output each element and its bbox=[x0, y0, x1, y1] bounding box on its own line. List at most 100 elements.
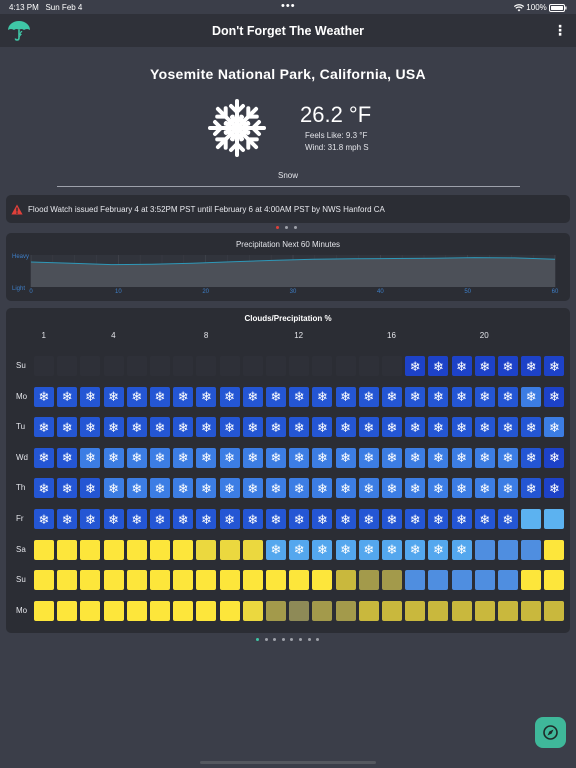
snow-cell[interactable]: ❄ bbox=[196, 447, 217, 468]
cloud-cell[interactable] bbox=[126, 356, 147, 376]
weather-alert-banner[interactable]: Flood Watch issued February 4 at 3:52PM … bbox=[6, 195, 570, 223]
cloud-cell[interactable] bbox=[312, 600, 333, 621]
cloud-cell[interactable] bbox=[150, 539, 170, 560]
snow-cell[interactable]: ❄ bbox=[474, 478, 495, 499]
cloud-cell[interactable] bbox=[57, 356, 78, 376]
cloud-cell[interactable] bbox=[474, 539, 495, 560]
snow-cell[interactable]: ❄ bbox=[474, 509, 495, 529]
cloud-cell[interactable] bbox=[196, 570, 217, 591]
snow-cell[interactable]: ❄ bbox=[126, 478, 147, 499]
snow-cell[interactable]: ❄ bbox=[428, 478, 449, 499]
snow-cell[interactable]: ❄ bbox=[521, 417, 542, 438]
cloud-cell[interactable] bbox=[126, 600, 147, 621]
cloud-cell[interactable] bbox=[103, 600, 124, 621]
snow-cell[interactable]: ❄ bbox=[474, 386, 495, 407]
cloud-cell[interactable] bbox=[498, 570, 518, 591]
snow-cell[interactable]: ❄ bbox=[126, 386, 147, 407]
cloud-cell[interactable] bbox=[544, 600, 565, 621]
cloud-cell[interactable] bbox=[103, 539, 124, 560]
snow-cell[interactable]: ❄ bbox=[544, 356, 565, 376]
cloud-cell[interactable] bbox=[219, 600, 240, 621]
snow-cell[interactable]: ❄ bbox=[312, 386, 333, 407]
cloud-cell[interactable] bbox=[312, 356, 333, 376]
cloud-cell[interactable] bbox=[382, 570, 402, 591]
snow-cell[interactable]: ❄ bbox=[474, 447, 495, 468]
cloud-cell[interactable] bbox=[289, 600, 310, 621]
snow-cell[interactable]: ❄ bbox=[428, 539, 449, 560]
snow-cell[interactable]: ❄ bbox=[289, 539, 310, 560]
snow-cell[interactable]: ❄ bbox=[544, 478, 565, 499]
snow-cell[interactable]: ❄ bbox=[335, 539, 356, 560]
snow-cell[interactable]: ❄ bbox=[382, 386, 402, 407]
snow-cell[interactable]: ❄ bbox=[289, 478, 310, 499]
cloud-cell[interactable] bbox=[219, 356, 240, 376]
cloud-cell[interactable] bbox=[451, 570, 472, 591]
cloud-cell[interactable] bbox=[57, 570, 78, 591]
snow-cell[interactable]: ❄ bbox=[498, 386, 518, 407]
cloud-cell[interactable] bbox=[150, 356, 170, 376]
cloud-cell[interactable] bbox=[266, 570, 286, 591]
snow-cell[interactable]: ❄ bbox=[312, 539, 333, 560]
page-dot[interactable] bbox=[299, 638, 302, 641]
snow-cell[interactable]: ❄ bbox=[126, 447, 147, 468]
more-vertical-icon[interactable]: ⋮ bbox=[553, 22, 567, 39]
snow-cell[interactable]: ❄ bbox=[382, 539, 402, 560]
cloud-cell[interactable] bbox=[266, 356, 286, 376]
snow-cell[interactable]: ❄ bbox=[150, 417, 170, 438]
snow-cell[interactable]: ❄ bbox=[451, 417, 472, 438]
snow-cell[interactable]: ❄ bbox=[335, 509, 356, 529]
snow-cell[interactable]: ❄ bbox=[498, 356, 518, 376]
snow-cell[interactable]: ❄ bbox=[219, 417, 240, 438]
snow-cell[interactable]: ❄ bbox=[173, 417, 194, 438]
snow-cell[interactable]: ❄ bbox=[103, 386, 124, 407]
home-indicator[interactable] bbox=[200, 761, 376, 764]
cloud-cell[interactable] bbox=[34, 356, 54, 376]
snow-cell[interactable]: ❄ bbox=[358, 386, 379, 407]
cloud-cell[interactable] bbox=[80, 600, 101, 621]
cloud-cell[interactable] bbox=[405, 570, 426, 591]
page-dot[interactable] bbox=[316, 638, 320, 641]
cloud-cell[interactable] bbox=[150, 570, 170, 591]
cloud-cell[interactable] bbox=[150, 600, 170, 621]
cloud-cell[interactable] bbox=[521, 600, 542, 621]
snow-cell[interactable]: ❄ bbox=[289, 509, 310, 529]
snow-cell[interactable]: ❄ bbox=[382, 478, 402, 499]
cloud-cell[interactable] bbox=[335, 600, 356, 621]
cloud-cell[interactable] bbox=[521, 570, 542, 591]
snow-cell[interactable]: ❄ bbox=[266, 417, 286, 438]
snow-cell[interactable]: ❄ bbox=[173, 386, 194, 407]
snow-cell[interactable]: ❄ bbox=[358, 509, 379, 529]
snow-cell[interactable]: ❄ bbox=[80, 478, 101, 499]
snow-cell[interactable]: ❄ bbox=[196, 386, 217, 407]
snow-cell[interactable]: ❄ bbox=[474, 356, 495, 376]
page-dot[interactable] bbox=[256, 638, 259, 641]
snow-cell[interactable]: ❄ bbox=[498, 417, 518, 438]
snow-cell[interactable]: ❄ bbox=[451, 386, 472, 407]
snow-cell[interactable]: ❄ bbox=[335, 447, 356, 468]
snow-cell[interactable]: ❄ bbox=[219, 478, 240, 499]
snow-cell[interactable]: ❄ bbox=[544, 386, 565, 407]
snow-cell[interactable]: ❄ bbox=[242, 478, 263, 499]
snow-cell[interactable]: ❄ bbox=[242, 386, 263, 407]
snow-cell[interactable]: ❄ bbox=[242, 447, 263, 468]
snow-cell[interactable]: ❄ bbox=[335, 478, 356, 499]
snow-cell[interactable]: ❄ bbox=[312, 417, 333, 438]
snow-cell[interactable]: ❄ bbox=[544, 417, 565, 438]
snow-cell[interactable]: ❄ bbox=[289, 447, 310, 468]
pager-dot[interactable] bbox=[276, 226, 279, 229]
snow-cell[interactable]: ❄ bbox=[57, 509, 78, 529]
cloud-cell[interactable] bbox=[312, 570, 333, 591]
snow-cell[interactable]: ❄ bbox=[451, 447, 472, 468]
snow-cell[interactable]: ❄ bbox=[34, 447, 54, 468]
snow-cell[interactable]: ❄ bbox=[451, 478, 472, 499]
cloud-cell[interactable] bbox=[34, 539, 54, 560]
snow-cell[interactable]: ❄ bbox=[57, 478, 78, 499]
snow-cell[interactable]: ❄ bbox=[126, 417, 147, 438]
snow-cell[interactable]: ❄ bbox=[474, 417, 495, 438]
cloud-cell[interactable] bbox=[544, 570, 565, 591]
pager-dot[interactable] bbox=[294, 226, 297, 229]
snow-cell[interactable]: ❄ bbox=[103, 417, 124, 438]
snow-cell[interactable]: ❄ bbox=[34, 417, 54, 438]
cloud-cell[interactable] bbox=[34, 600, 54, 621]
cloud-cell[interactable] bbox=[544, 539, 565, 560]
